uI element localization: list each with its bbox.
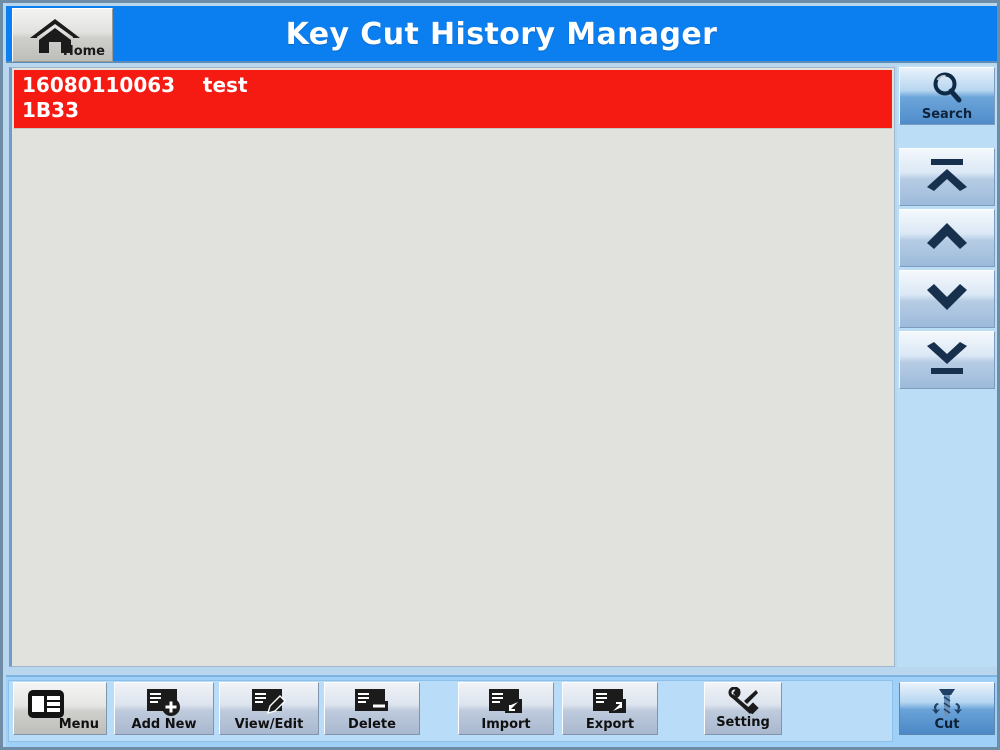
add-new-button[interactable]: Add New	[114, 682, 214, 735]
sidebar-item-search[interactable]: Search	[899, 67, 995, 125]
magnifier-icon	[929, 71, 965, 109]
import-button-label: Import	[481, 717, 531, 732]
chevron-down-icon	[919, 280, 975, 318]
export-button[interactable]: Export	[562, 682, 658, 735]
list-item-line2: 1B33	[22, 98, 79, 122]
setting-button-label: Setting	[716, 715, 770, 730]
sidebar-item-last[interactable]	[899, 331, 995, 389]
view-edit-button-label: View/Edit	[234, 717, 304, 732]
setting-button[interactable]: Setting	[704, 682, 782, 735]
home-button[interactable]: Home	[12, 8, 113, 62]
sidebar-item-first[interactable]	[899, 148, 995, 206]
delete-button-label: Delete	[348, 717, 396, 732]
sidebar-item-next[interactable]	[899, 270, 995, 328]
sidebar-item-prev[interactable]	[899, 209, 995, 267]
list-item[interactable]: 16080110063 test 1B33	[14, 70, 892, 128]
import-button[interactable]: Import	[458, 682, 554, 735]
scroll-bottom-icon	[919, 338, 975, 382]
menu-button-label: Menu	[58, 717, 99, 732]
add-new-button-label: Add New	[131, 717, 197, 732]
file-export-icon	[593, 687, 627, 721]
cut-button-label: Cut	[934, 717, 960, 732]
file-edit-icon	[252, 687, 286, 721]
view-edit-button[interactable]: View/Edit	[219, 682, 319, 735]
menu-button[interactable]: Menu	[13, 682, 107, 735]
home-button-label: Home	[62, 44, 105, 59]
sidebar: Search	[897, 65, 997, 667]
app-window: Key Cut History Manager Home 16080110063…	[0, 0, 1000, 750]
file-import-icon	[489, 687, 523, 721]
page-title: Key Cut History Manager	[285, 17, 718, 52]
scroll-top-icon	[919, 155, 975, 199]
export-button-label: Export	[585, 717, 635, 732]
title-bar: Key Cut History Manager Home	[6, 6, 997, 63]
list-item-line1: 16080110063 test	[22, 73, 248, 97]
chevron-up-icon	[919, 219, 975, 257]
delete-button[interactable]: Delete	[324, 682, 420, 735]
file-remove-icon	[355, 687, 389, 721]
key-cut-history-list[interactable]: 16080110063 test 1B33	[9, 67, 895, 667]
cut-button[interactable]: Cut	[899, 682, 995, 735]
sidebar-item-search-label: Search	[921, 106, 973, 122]
file-add-icon	[147, 687, 181, 721]
